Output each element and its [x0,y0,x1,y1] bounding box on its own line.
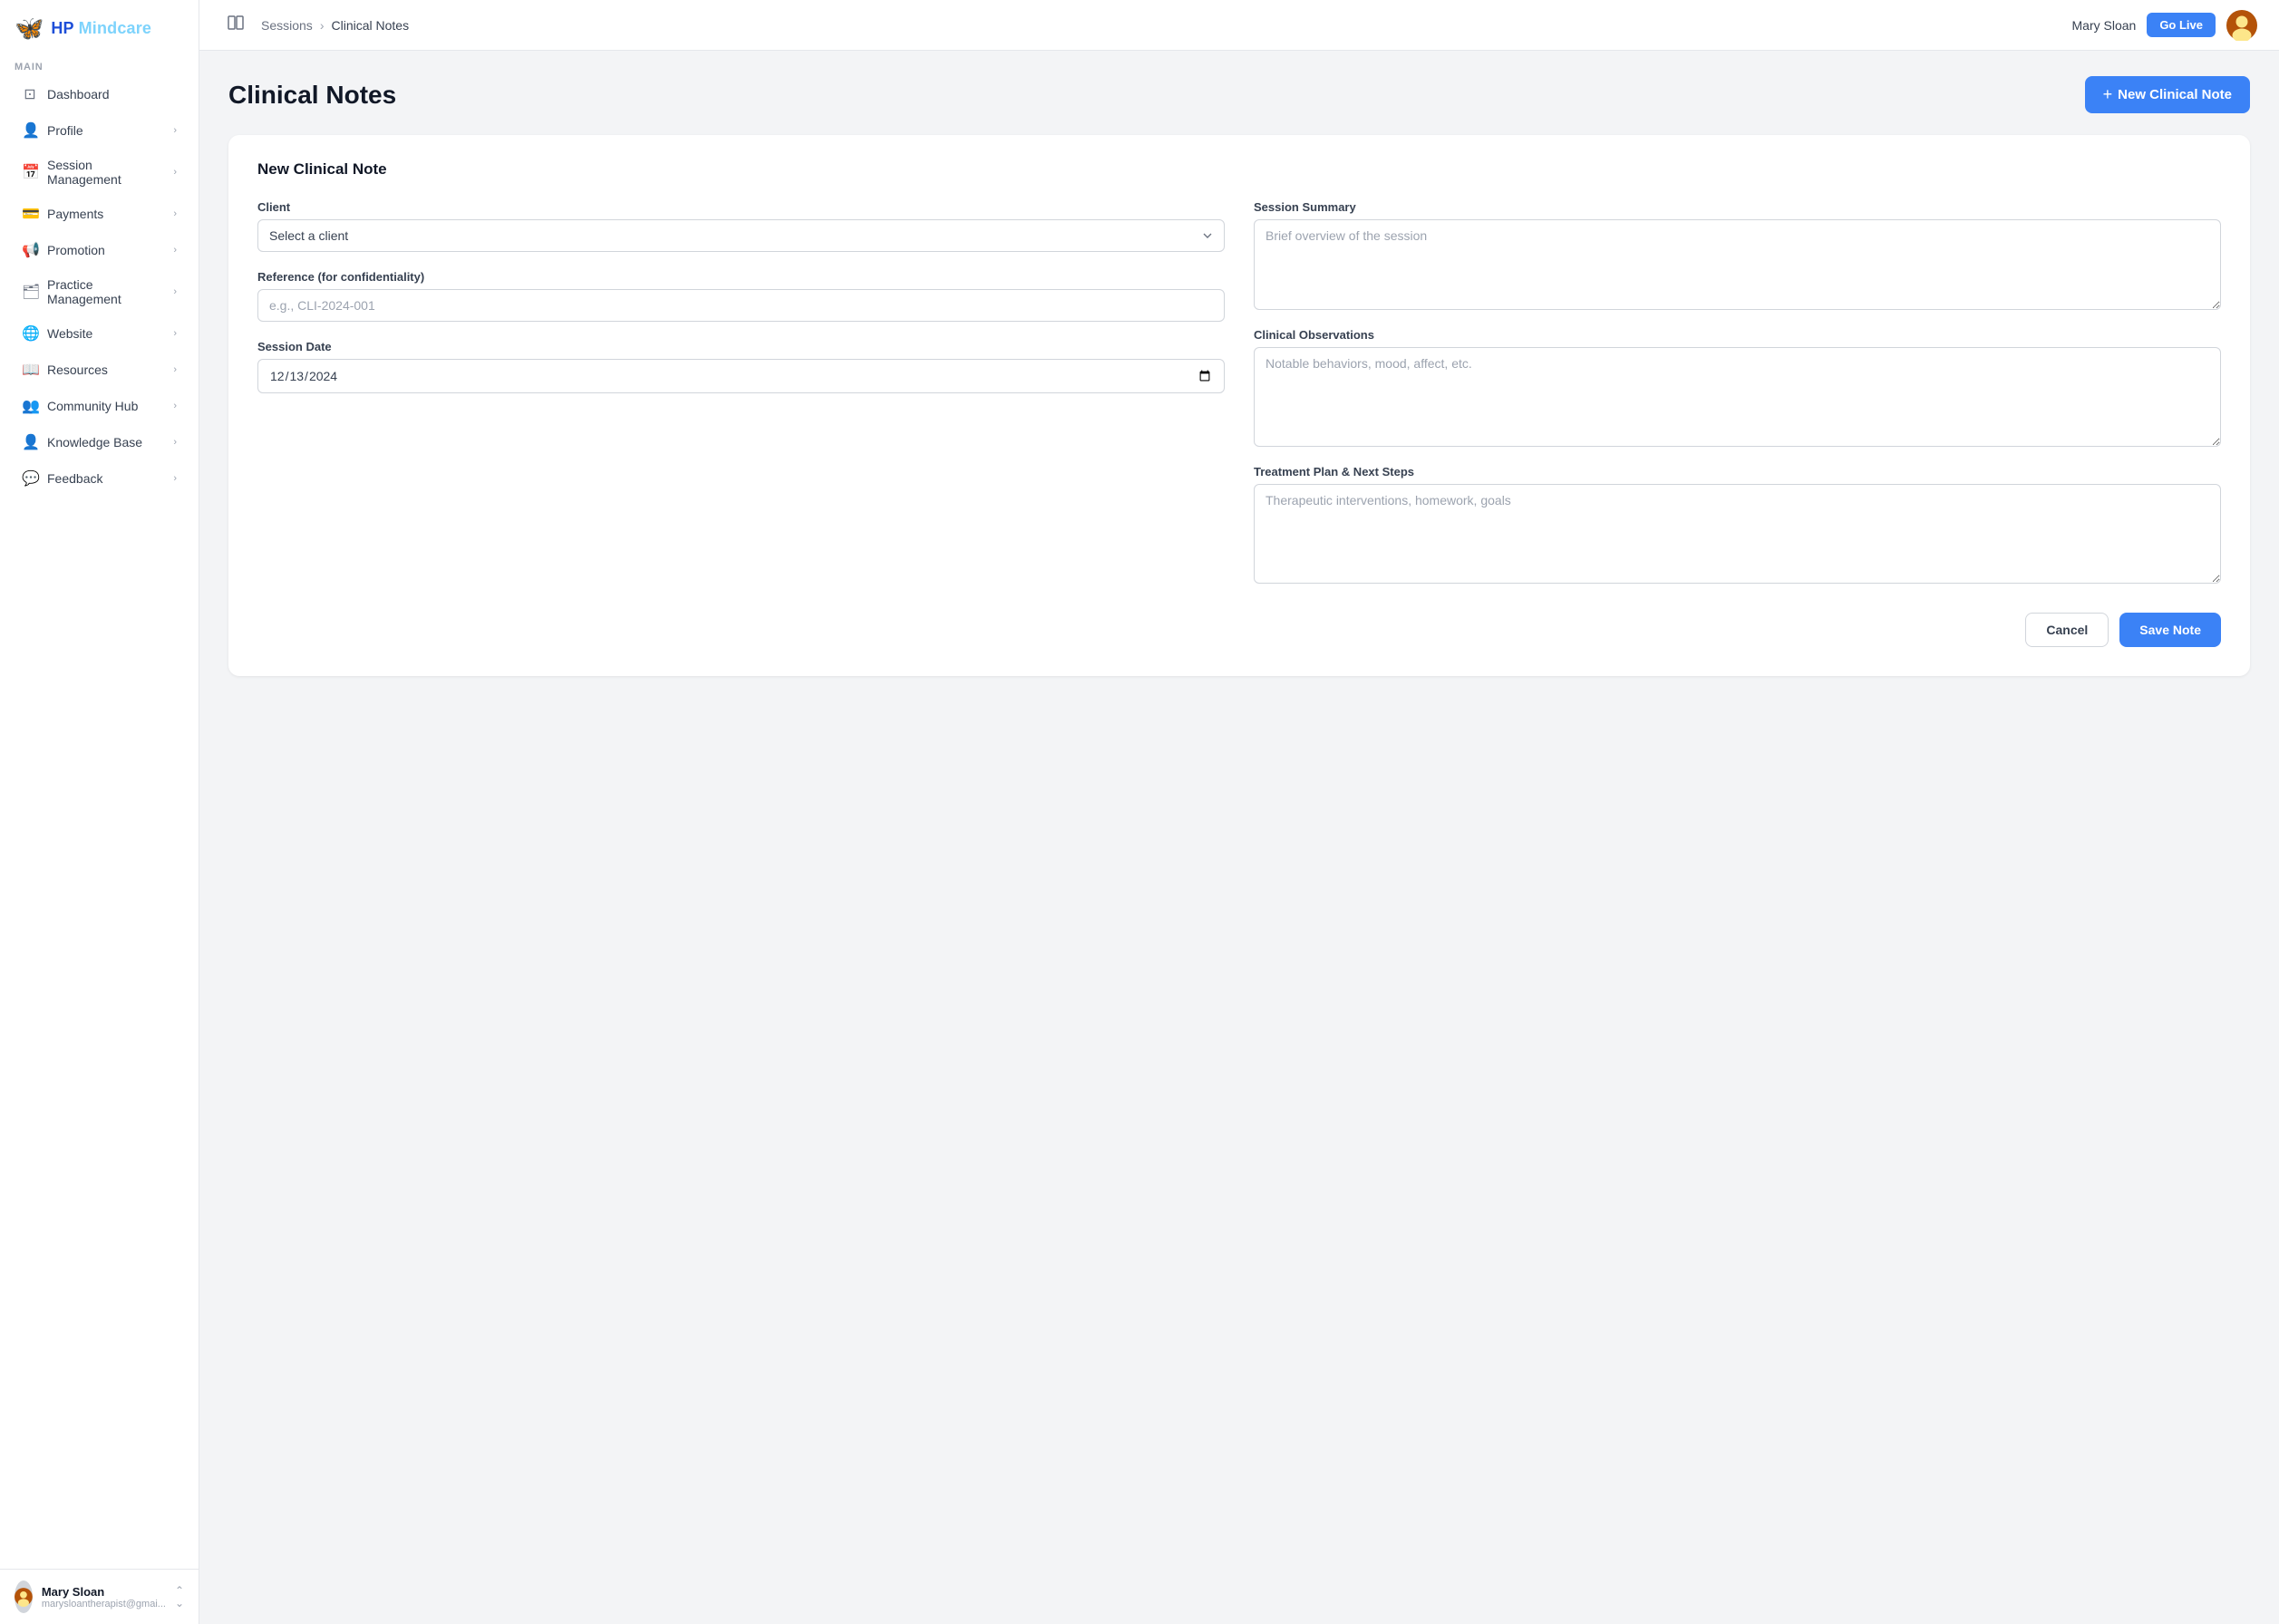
community-hub-icon: 👥 [22,397,38,415]
breadcrumb-parent[interactable]: Sessions [261,18,313,33]
resources-icon: 📖 [22,361,38,379]
chevron-right-icon: › [173,401,177,411]
treatment-plan-textarea[interactable] [1254,484,2221,584]
sidebar-item-promotion[interactable]: 📢 Promotion › [7,233,191,267]
reference-input[interactable] [257,289,1225,322]
logo-text: HP Mindcare [51,19,151,38]
form-card-title: New Clinical Note [257,160,2221,179]
form-col-right: Session Summary Clinical Observations Tr… [1254,200,2221,584]
client-group: Client Select a client [257,200,1225,252]
sidebar-item-label: Session Management [47,158,164,187]
session-date-group: Session Date [257,340,1225,393]
session-management-icon: 📅 [22,163,38,181]
footer-name: Mary Sloan [42,1585,166,1599]
footer-chevron-icon: ⌃⌄ [175,1584,184,1610]
sidebar-item-community-hub[interactable]: 👥 Community Hub › [7,389,191,423]
plus-icon: + [2103,85,2113,104]
sidebar-item-knowledge-base[interactable]: 👤 Knowledge Base › [7,425,191,459]
session-summary-group: Session Summary [1254,200,2221,310]
new-clinical-note-button[interactable]: + New Clinical Note [2085,76,2250,113]
promotion-icon: 📢 [22,241,38,259]
chevron-right-icon: › [173,286,177,297]
topbar-left: Sessions › Clinical Notes [221,10,409,40]
session-date-label: Session Date [257,340,1225,353]
sidebar-item-label: Profile [47,123,83,138]
breadcrumb-current: Clinical Notes [331,18,409,33]
avatar [15,1580,33,1613]
chevron-right-icon: › [173,245,177,256]
chevron-right-icon: › [173,167,177,178]
topbar-avatar[interactable] [2226,10,2257,41]
sidebar-item-label: Dashboard [47,87,110,102]
client-select[interactable]: Select a client [257,219,1225,252]
new-note-label: New Clinical Note [2118,87,2232,102]
chevron-right-icon: › [173,125,177,136]
sidebar-item-resources[interactable]: 📖 Resources › [7,353,191,387]
page-title: Clinical Notes [228,81,396,110]
website-icon: 🌐 [22,324,38,343]
topbar: Sessions › Clinical Notes Mary Sloan Go … [199,0,2279,51]
topbar-right: Mary Sloan Go Live [2072,10,2258,41]
profile-icon: 👤 [22,121,38,140]
chevron-right-icon: › [173,473,177,484]
logo-icon: 🦋 [15,16,44,40]
sidebar-item-session-management[interactable]: 📅 Session Management › [7,150,191,195]
topbar-username: Mary Sloan [2072,18,2137,33]
payments-icon: 💳 [22,205,38,223]
sidebar: 🦋 HP Mindcare Main ⊡ Dashboard 👤 Profile… [0,0,199,1624]
sidebar-item-label: Promotion [47,243,105,257]
sidebar-item-label: Practice Management [47,277,164,306]
footer-email: marysloantherapist@gmai... [42,1599,166,1610]
cancel-button[interactable]: Cancel [2025,613,2109,647]
knowledge-base-icon: 👤 [22,433,38,451]
sidebar-item-payments[interactable]: 💳 Payments › [7,197,191,231]
breadcrumb: Sessions › Clinical Notes [261,18,409,33]
sidebar-section-label: Main [0,53,199,76]
sidebar-item-dashboard[interactable]: ⊡ Dashboard [7,77,191,111]
sidebar-item-label: Payments [47,207,103,221]
feedback-icon: 💬 [22,469,38,488]
sidebar-item-label: Website [47,326,92,341]
session-date-input[interactable] [257,359,1225,393]
clinical-observations-group: Clinical Observations [1254,328,2221,447]
sidebar-toggle-button[interactable] [221,10,250,40]
session-summary-label: Session Summary [1254,200,2221,214]
main-area: Sessions › Clinical Notes Mary Sloan Go … [199,0,2279,1624]
reference-group: Reference (for confidentiality) [257,270,1225,322]
chevron-right-icon: › [173,437,177,448]
client-label: Client [257,200,1225,214]
clinical-observations-label: Clinical Observations [1254,328,2221,342]
session-summary-textarea[interactable] [1254,219,2221,310]
treatment-plan-group: Treatment Plan & Next Steps [1254,465,2221,584]
sidebar-item-website[interactable]: 🌐 Website › [7,316,191,351]
sidebar-item-label: Feedback [47,471,102,486]
form-col-left: Client Select a client Reference (for co… [257,200,1225,584]
sidebar-footer[interactable]: Mary Sloan marysloantherapist@gmai... ⌃⌄ [0,1569,199,1624]
treatment-plan-label: Treatment Plan & Next Steps [1254,465,2221,478]
sidebar-item-label: Knowledge Base [47,435,142,450]
footer-info: Mary Sloan marysloantherapist@gmai... [42,1585,166,1610]
page-header: Clinical Notes + New Clinical Note [228,76,2250,113]
chevron-right-icon: › [173,328,177,339]
sidebar-item-label: Resources [47,362,108,377]
sidebar-item-profile[interactable]: 👤 Profile › [7,113,191,148]
form-grid: Client Select a client Reference (for co… [257,200,2221,584]
sidebar-item-label: Community Hub [47,399,138,413]
new-clinical-note-form: New Clinical Note Client Select a client… [228,135,2250,676]
sidebar-item-feedback[interactable]: 💬 Feedback › [7,461,191,496]
dashboard-icon: ⊡ [22,85,38,103]
sidebar-item-practice-management[interactable]: 🗂 Practice Management › [7,269,191,314]
save-note-button[interactable]: Save Note [2119,613,2221,647]
breadcrumb-separator: › [320,18,325,33]
go-live-button[interactable]: Go Live [2147,13,2216,37]
form-actions: Cancel Save Note [257,605,2221,647]
clinical-observations-textarea[interactable] [1254,347,2221,447]
reference-label: Reference (for confidentiality) [257,270,1225,284]
practice-management-icon: 🗂 [22,283,38,301]
sidebar-logo: 🦋 HP Mindcare [0,0,199,53]
chevron-right-icon: › [173,364,177,375]
page-content: Clinical Notes + New Clinical Note New C… [199,51,2279,1624]
chevron-right-icon: › [173,208,177,219]
